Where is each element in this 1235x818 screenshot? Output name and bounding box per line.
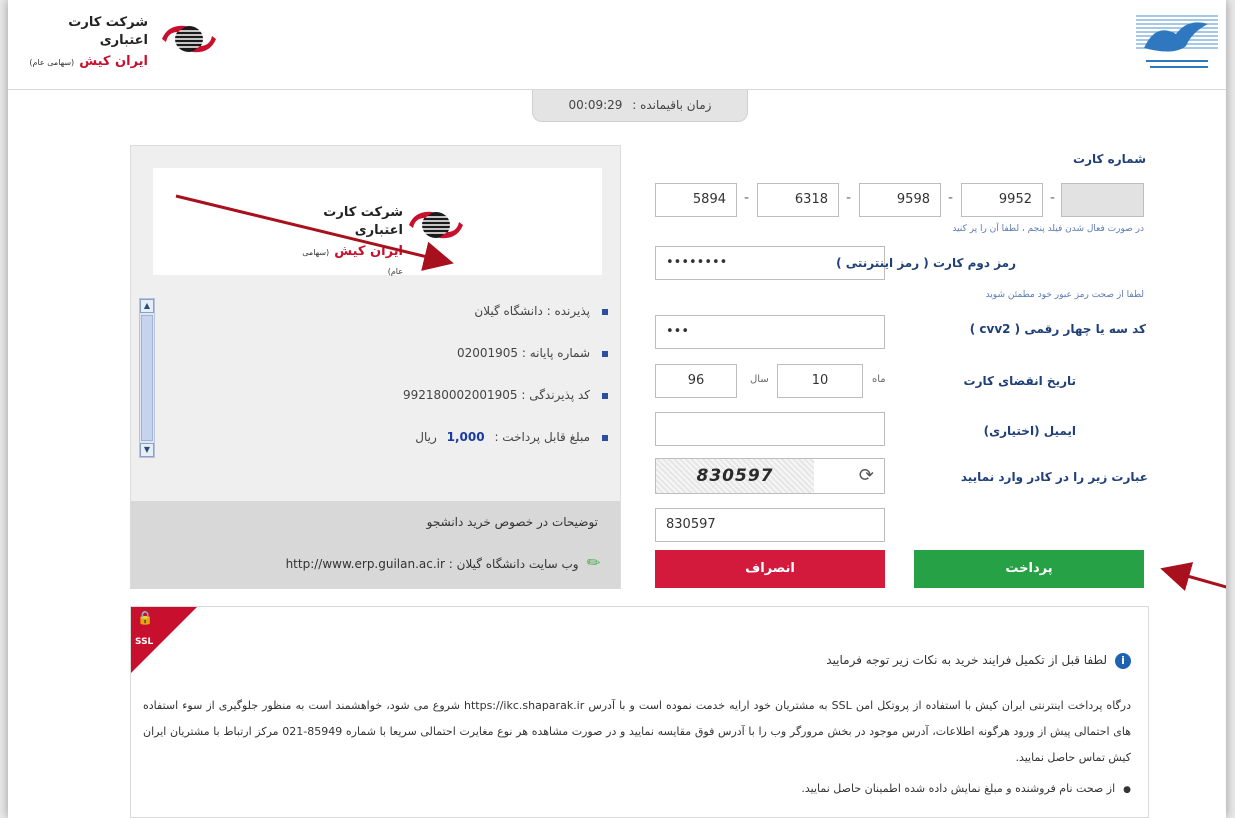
iran-kish-emblem-icon [162,25,216,53]
merchant-info-panel: شرکت کارت اعتباری ایران کیش (سهامی عام) … [130,145,621,589]
merchant-company-sub: ایران کیش [334,244,403,259]
merchant-logo-box: شرکت کارت اعتباری ایران کیش (سهامی عام) [153,168,602,276]
refresh-icon[interactable]: ⟳ [859,465,874,486]
merchant-company-name: شرکت کارت اعتباری [323,205,403,238]
captcha-image: 830597 [656,459,814,493]
security-notice: 🔒 SSL i لطفا قبل از تکمیل فرایند خرید به … [130,606,1149,818]
bullet-icon [602,392,608,399]
scroll-thumb[interactable] [141,315,153,441]
timer-value: 00:09:29 [568,98,623,112]
scroll-down-icon[interactable]: ▼ [140,443,154,457]
pin2-label: رمز دوم کارت ( رمز اینترنتی ) [836,256,1016,270]
card-part-5-input[interactable] [1061,183,1144,217]
paperclip-icon: ✎ [582,550,605,575]
scroll-up-icon[interactable]: ▲ [140,299,154,313]
notice-bullet-item: از صحت نام فروشنده و مبلغ نمایش داده شده… [801,777,1131,802]
iran-kish-logo: شرکت کارت اعتباری ایران کیش (سهامی عام) [18,14,228,69]
acceptor-text: پذیرنده : دانشگاه گیلان [474,304,590,318]
payment-page: شرکت کارت اعتباری ایران کیش (سهامی عام) [8,0,1226,818]
acceptor-code-row: کد پذیرندگی : 992180002001905 [403,388,608,402]
expiry-year-input[interactable]: 96 [655,364,737,398]
card-number-label: شماره کارت [1073,152,1146,166]
notice-bullets: از صحت نام فروشنده و مبلغ نمایش داده شده… [801,777,1131,802]
card-part-2-input[interactable]: 6318 [757,183,839,217]
expiry-label: تاریخ انقضای کارت [963,374,1076,388]
acceptor-code-text: کد پذیرندگی : 992180002001905 [403,388,590,402]
cvv2-input[interactable]: ••• [655,315,885,349]
bullet-icon [602,308,608,315]
amount-unit: ریال [415,430,437,444]
arrow-to-pay-button [1160,562,1226,591]
card-dash: - [744,190,750,206]
card-part-1-input[interactable]: 5894 [655,183,737,217]
captcha-label: عبارت زیر را در کادر وارد نمایید [960,470,1148,484]
year-label: سال [750,374,769,385]
card-hint: در صورت فعال شدن فیلد پنجم ، لطفا آن را … [952,224,1144,234]
company-sub-small: (سهامی عام) [29,58,75,67]
timer-label: زمان باقیمانده : [632,98,712,112]
month-label: ماه [872,374,886,385]
card-dash: - [1050,190,1056,206]
company-name: شرکت کارت اعتباری [68,15,148,48]
company-sub: ایران کیش [79,54,148,69]
lock-icon: 🔒 [137,611,154,626]
merchant-emblem-icon [409,211,463,239]
header: شرکت کارت اعتباری ایران کیش (سهامی عام) [8,0,1226,90]
ssl-label: SSL [135,637,154,647]
card-part-4-input[interactable]: 9952 [961,183,1043,217]
shaparak-bird-icon [1136,15,1218,68]
amount-row: مبلغ قابل پرداخت : 1,000 ریال [415,430,608,444]
email-label: ایمیل (اختیاری) [983,424,1076,438]
info-icon: i [1115,653,1131,669]
amount-label: مبلغ قابل پرداخت : [494,430,590,444]
pin2-hint: لطفا از صحت رمز عبور خود مطمئن شوید [985,290,1144,300]
bullet-icon [602,434,608,441]
shaparak-logo [1136,12,1218,80]
expiry-month-input[interactable]: 10 [777,364,863,398]
terminal-text: شماره پایانه : 02001905 [456,346,590,360]
card-dash: - [948,190,954,206]
cvv2-label: کد سه یا چهار رقمی ( cvv2 ) [969,322,1146,336]
description-text: توضیحات در خصوص خرید دانشجو [426,515,598,529]
description-bar: توضیحات در خصوص خرید دانشجو ✎وب سایت دان… [131,501,620,589]
website-text[interactable]: وب سایت دانشگاه گیلان : http://www.erp.g… [286,557,579,571]
card-dash: - [846,190,852,206]
cancel-button[interactable]: انصراف [655,550,885,588]
email-input[interactable] [655,412,885,446]
card-part-3-input[interactable]: 9598 [859,183,941,217]
info-scrollbar[interactable]: ▲ ▼ [139,298,155,458]
notice-body: درگاه پرداخت اینترنتی ایران کیش با استفا… [143,699,1131,764]
notice-title: i لطفا قبل از تکمیل فرایند خرید به نکات ز… [826,653,1131,669]
acceptor-row: پذیرنده : دانشگاه گیلان [474,304,608,318]
terminal-row: شماره پایانه : 02001905 [457,346,608,360]
pay-button[interactable]: پرداخت [914,550,1144,588]
merchant-website[interactable]: ✎وب سایت دانشگاه گیلان : http://www.erp.… [286,551,605,574]
amount-value: 1,000 [446,430,485,444]
notice-title-text: لطفا قبل از تکمیل فرایند خرید به نکات زی… [826,653,1107,667]
bullet-icon [602,350,608,357]
remaining-time: زمان باقیمانده : 00:09:29 [532,90,748,122]
captcha-box: 830597 ⟳ [655,458,885,494]
captcha-input[interactable]: 830597 [655,508,885,542]
